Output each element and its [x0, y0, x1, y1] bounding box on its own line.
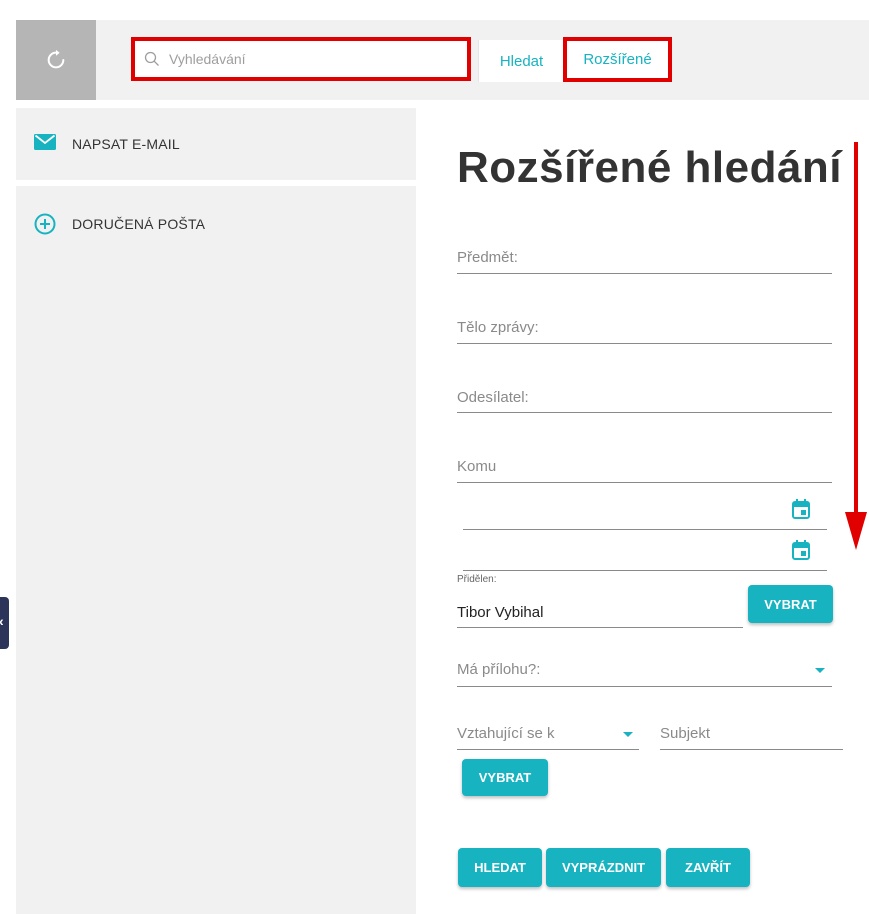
recipient-field-label: Komu	[457, 458, 497, 475]
entity-field[interactable]: Subjekt	[660, 721, 843, 750]
related-to-select[interactable]: Vztahující se k	[457, 721, 639, 750]
chevron-left-icon: ‹	[0, 613, 4, 629]
subject-field-label: Předmět:	[457, 249, 518, 266]
choose-assignee-button[interactable]: VYBRAT	[748, 585, 833, 623]
refresh-button[interactable]	[16, 20, 96, 100]
related-to-label: Vztahující se k	[457, 725, 555, 742]
sidebar-item-inbox[interactable]: DORUČENÁ POŠTA	[16, 186, 416, 258]
plus-circle-icon	[34, 213, 56, 235]
sender-field[interactable]: Odesílatel:	[457, 385, 832, 413]
date-from-field[interactable]	[463, 499, 827, 530]
red-arrow-down-icon	[845, 142, 867, 550]
search-box[interactable]	[131, 37, 471, 81]
clear-form-button[interactable]: VYPRÁZDNIT	[546, 848, 661, 887]
sidebar-item-label: DORUČENÁ POŠTA	[72, 216, 206, 232]
assigned-field-label: Přidělen:	[457, 574, 497, 585]
sender-field-label: Odesílatel:	[457, 389, 529, 406]
assigned-value: Tibor Vybihal	[457, 604, 544, 621]
page-title: Rozšířené hledání	[457, 143, 843, 192]
body-field[interactable]: Tělo zprávy:	[457, 315, 832, 344]
sidebar-item-compose-email[interactable]: NAPSAT E-MAIL	[16, 108, 416, 180]
close-button[interactable]: ZAVŘÍT	[666, 848, 750, 887]
sidebar-item-label: NAPSAT E-MAIL	[72, 136, 180, 152]
search-input[interactable]	[169, 47, 459, 71]
dropdown-arrow-icon	[815, 668, 825, 673]
search-icon	[144, 51, 159, 66]
body-field-label: Tělo zprávy:	[457, 319, 539, 336]
submit-search-button[interactable]: HLEDAT	[458, 848, 542, 887]
date-to-field[interactable]	[463, 540, 827, 571]
dropdown-arrow-icon	[623, 732, 633, 737]
entity-field-label: Subjekt	[660, 725, 711, 742]
collapse-sidebar-tab[interactable]: ‹	[0, 597, 9, 649]
has-attachment-label: Má přílohu?:	[457, 661, 541, 678]
assigned-field[interactable]: Tibor Vybihal	[457, 595, 743, 628]
recipient-field[interactable]: Komu	[457, 454, 832, 483]
subject-field[interactable]: Předmět:	[457, 245, 832, 274]
search-button[interactable]: Hledat	[478, 40, 564, 82]
calendar-icon[interactable]	[792, 540, 810, 560]
advanced-search-button[interactable]: Rozšířené	[563, 37, 672, 82]
choose-related-button[interactable]: VYBRAT	[462, 759, 548, 796]
mail-icon	[34, 134, 56, 150]
has-attachment-select[interactable]: Má přílohu?:	[457, 656, 832, 687]
refresh-icon	[47, 49, 65, 69]
sidebar: NAPSAT E-MAIL DORUČENÁ POŠTA	[16, 108, 416, 914]
calendar-icon[interactable]	[792, 499, 810, 519]
